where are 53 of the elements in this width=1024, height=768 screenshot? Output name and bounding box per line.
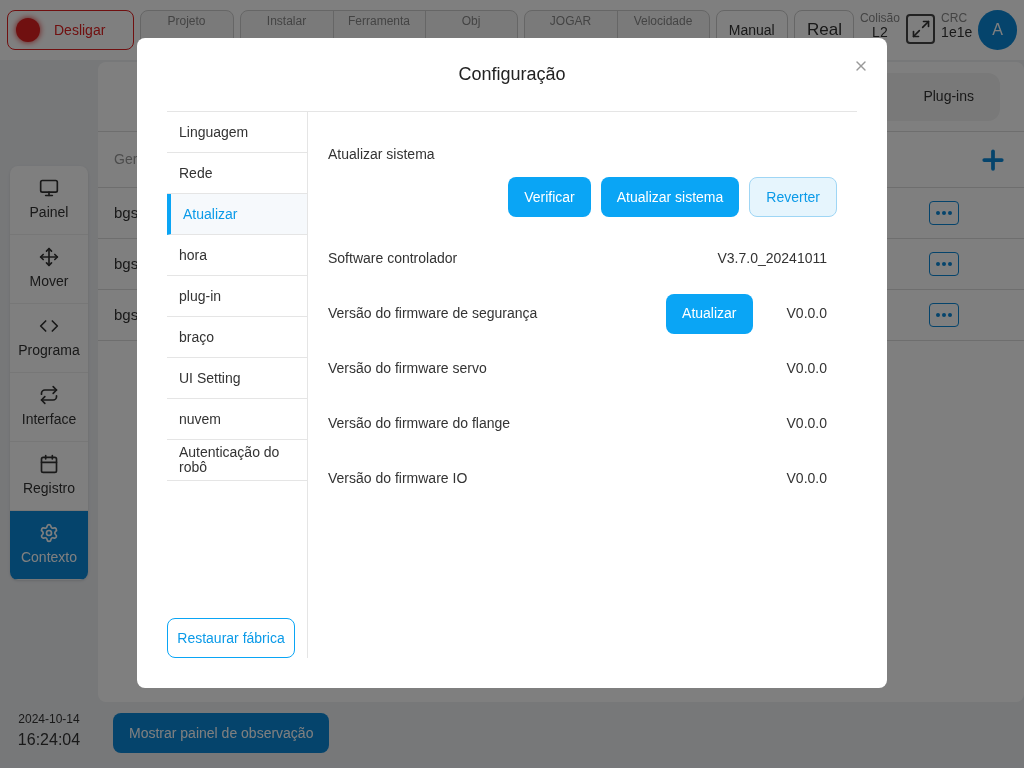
nav-item[interactable]: Mover	[10, 235, 88, 304]
power-button[interactable]: Desligar	[7, 10, 134, 50]
version-value: V0.0.0	[786, 304, 827, 323]
power-indicator-icon	[16, 18, 40, 42]
update-action-button[interactable]: Atualizar sistema	[600, 177, 740, 217]
table-cell-text: bgs	[114, 202, 139, 223]
time: 16:24:04	[17, 730, 81, 750]
crc-value: 1e1e	[941, 25, 973, 39]
restore-factory-button[interactable]: Restaurar fábrica	[167, 618, 295, 658]
update-button[interactable]: Atualizar	[666, 293, 753, 334]
more-button[interactable]	[929, 201, 959, 225]
nav-item[interactable]: Programa	[10, 304, 88, 373]
version-value: V0.0.0	[786, 414, 827, 433]
settings-icon	[39, 522, 59, 543]
crc-label: CRC	[941, 11, 968, 25]
nav-item[interactable]: Interface	[10, 373, 88, 442]
table-cell-text: bgs	[114, 253, 139, 274]
section-title: Atualizar sistema	[328, 145, 436, 164]
update-action-button[interactable]: Verificar	[508, 177, 591, 217]
settings-menu-item[interactable]: UI Setting	[167, 358, 307, 399]
watch-panel-button[interactable]: Mostrar painel de observação	[113, 713, 330, 753]
settings-menu-item[interactable]: Linguagem	[167, 112, 307, 153]
update-action-button[interactable]: Reverter	[749, 177, 837, 217]
nav-item[interactable]: Painel	[10, 166, 88, 235]
date: 2024-10-14	[18, 711, 80, 728]
collision-label: Colisão	[859, 11, 900, 25]
settings-menu-item[interactable]: plug-in	[167, 276, 307, 317]
version-value: V0.0.0	[786, 359, 827, 378]
more-button[interactable]	[929, 303, 959, 327]
nav-item[interactable]: Contexto	[10, 511, 88, 580]
table-cell-text: bgs	[114, 304, 139, 325]
settings-menu-item[interactable]: braço	[167, 317, 307, 358]
version-value: V3.7.0_20241011	[717, 249, 827, 268]
move-arrows-icon	[39, 246, 59, 267]
version-label: Versão do firmware IO	[328, 469, 469, 488]
avatar[interactable]: A	[978, 10, 1017, 50]
swap-arrows-icon	[39, 384, 59, 405]
settings-menu-item[interactable]: Autenticação do robô	[167, 440, 307, 481]
version-label: Versão do firmware de segurança	[328, 304, 539, 323]
fullscreen-icon[interactable]	[905, 14, 936, 44]
calendar-icon	[39, 453, 59, 474]
version-label: Versão do firmware servo	[328, 359, 488, 378]
collision-value: L2	[872, 25, 888, 39]
tab[interactable]: Plug-ins	[899, 74, 998, 119]
monitor-icon	[39, 177, 59, 198]
version-label: Versão do firmware do flange	[328, 414, 512, 433]
dialog-title: Configuração	[458, 63, 566, 86]
settings-menu-item[interactable]: nuvem	[167, 399, 307, 440]
version-label: Software controlador	[328, 249, 459, 268]
settings-menu-item[interactable]: Atualizar	[167, 194, 307, 235]
more-button[interactable]	[929, 252, 959, 276]
version-value: V0.0.0	[786, 469, 827, 488]
settings-menu-item[interactable]: hora	[167, 235, 307, 276]
